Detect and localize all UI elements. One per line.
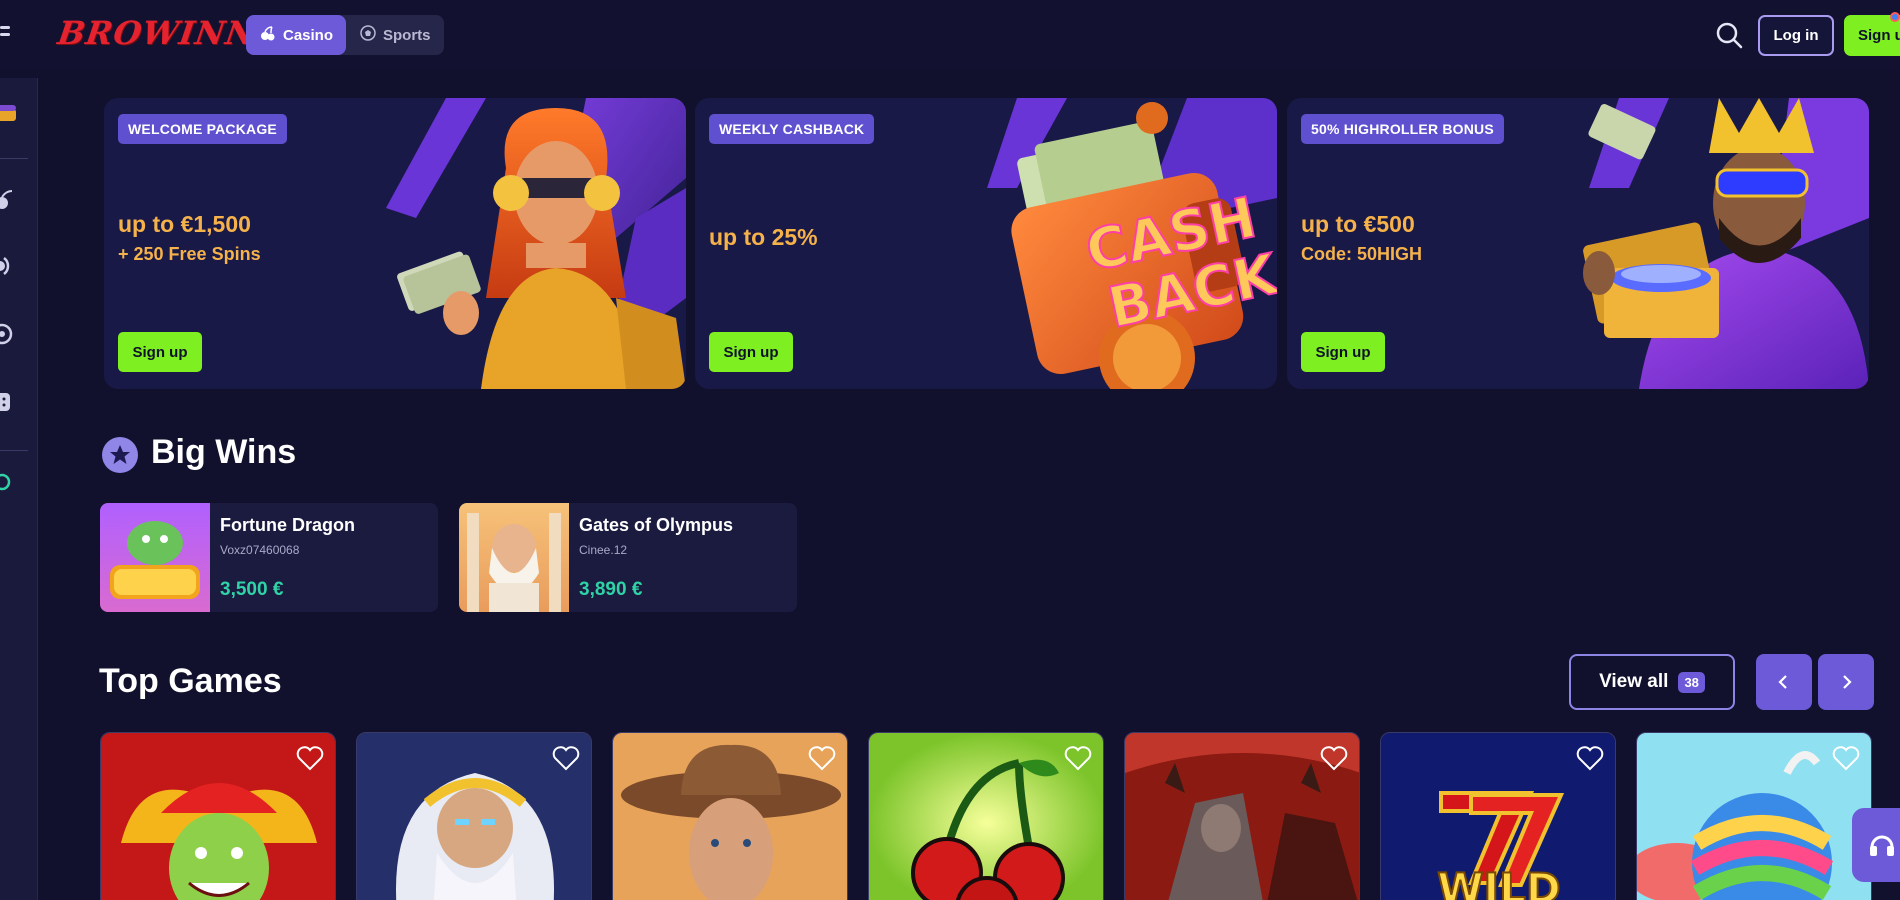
game-card-cherry[interactable]	[868, 732, 1104, 900]
banner-amount: up to 25%	[709, 224, 818, 250]
favorite-heart-icon[interactable]	[1575, 743, 1605, 773]
game-card-cowboy[interactable]	[612, 732, 848, 900]
top-games-title: Top Games	[99, 662, 282, 700]
chevron-right-icon	[1843, 675, 1852, 689]
game-card-warrior[interactable]	[1124, 732, 1360, 900]
sidebar	[0, 78, 38, 900]
favorite-heart-icon[interactable]	[1063, 743, 1093, 773]
favorite-heart-icon[interactable]	[551, 743, 581, 773]
view-all-button[interactable]: View all 38	[1569, 654, 1735, 710]
win-game-name: Gates of Olympus	[579, 515, 734, 535]
welcome-character-art	[386, 98, 686, 389]
star-icon	[102, 437, 138, 473]
soccer-ball-icon	[360, 24, 376, 46]
fortune-dragon-thumbnail	[100, 503, 210, 612]
banner-signup-button[interactable]: Sign up	[709, 332, 793, 372]
tab-casino[interactable]: Casino	[246, 15, 346, 55]
win-username: Voxz07460068	[220, 543, 300, 557]
big-wins-title: Big Wins	[151, 433, 297, 471]
sidebar-divider	[0, 158, 28, 159]
gates-of-olympus-thumbnail	[459, 503, 569, 612]
promo-banner-cashback[interactable]: CASH BACK WEEKLY CASHBACK up to 25% Sign…	[695, 98, 1277, 389]
view-all-label: View all	[1599, 671, 1669, 692]
promo-banner-highroller[interactable]: 50% HIGHROLLER BONUS up to €500 Code: 50…	[1287, 98, 1869, 389]
big-win-card[interactable]: Gates of Olympus Cinee.12 3,890 €	[459, 503, 797, 612]
chevron-left-icon	[1778, 675, 1787, 689]
live-icon[interactable]	[0, 254, 18, 278]
highroller-character-art	[1583, 98, 1869, 389]
search-icon[interactable]	[1714, 20, 1744, 50]
treasure-icon[interactable]	[0, 100, 18, 124]
carousel-prev-button[interactable]	[1756, 654, 1812, 710]
banner-signup-button[interactable]: Sign up	[1301, 332, 1385, 372]
menu-toggle-icon[interactable]	[0, 26, 10, 42]
carousel-next-button[interactable]	[1818, 654, 1874, 710]
cherries-icon[interactable]	[0, 188, 18, 212]
tab-casino-label: Casino	[283, 26, 334, 44]
win-amount: 3,890 €	[579, 579, 643, 600]
win-amount: 3,500 €	[220, 579, 284, 600]
banner-tag: WELCOME PACKAGE	[118, 114, 287, 144]
notification-badge	[1890, 12, 1900, 22]
game-card-candy[interactable]	[1636, 732, 1872, 900]
cherries-icon	[260, 25, 276, 46]
headset-icon	[1870, 835, 1894, 856]
game-card-wild-sevens[interactable]: WILD	[1380, 732, 1616, 900]
sidebar-divider	[0, 450, 28, 451]
wild-art-text: WILD	[1437, 864, 1561, 900]
tab-sports-label: Sports	[383, 26, 431, 44]
favorite-heart-icon[interactable]	[1319, 743, 1349, 773]
banner-tag: WEEKLY CASHBACK	[709, 114, 875, 144]
favorite-heart-icon[interactable]	[295, 743, 325, 773]
login-button[interactable]: Log in	[1758, 15, 1834, 56]
banner-amount: up to €1,500	[118, 211, 251, 237]
banner-subtitle: Code: 50HIGH	[1301, 244, 1423, 264]
banner-amount: up to €500	[1301, 211, 1415, 237]
game-card-joker[interactable]	[100, 732, 336, 900]
roulette-icon[interactable]	[0, 322, 18, 346]
tab-sports[interactable]: Sports	[346, 15, 445, 55]
favorite-heart-icon[interactable]	[807, 743, 837, 773]
favorite-heart-icon[interactable]	[1831, 743, 1861, 773]
promo-banner-welcome[interactable]: WELCOME PACKAGE up to €1,500 + 250 Free …	[104, 98, 686, 389]
banner-signup-button[interactable]: Sign up	[118, 332, 202, 372]
win-username: Cinee.12	[579, 543, 628, 557]
support-chat-button[interactable]	[1852, 808, 1900, 882]
games-count-badge: 38	[1678, 671, 1705, 693]
banner-tag: 50% HIGHROLLER BONUS	[1301, 114, 1504, 144]
casino-sports-toggle: Casino Sports	[246, 15, 444, 55]
game-card-zeus[interactable]	[356, 732, 592, 900]
support-icon[interactable]	[0, 470, 18, 494]
dice-icon[interactable]	[0, 390, 18, 414]
banner-subtitle: + 250 Free Spins	[118, 244, 261, 264]
cashback-wallet-art: CASH BACK	[987, 98, 1277, 389]
win-game-name: Fortune Dragon	[220, 515, 355, 535]
top-header: BROWINNER Casino Sports Log in Sign up	[0, 0, 1900, 70]
big-win-card[interactable]: Fortune Dragon Voxz07460068 3,500 €	[100, 503, 438, 612]
